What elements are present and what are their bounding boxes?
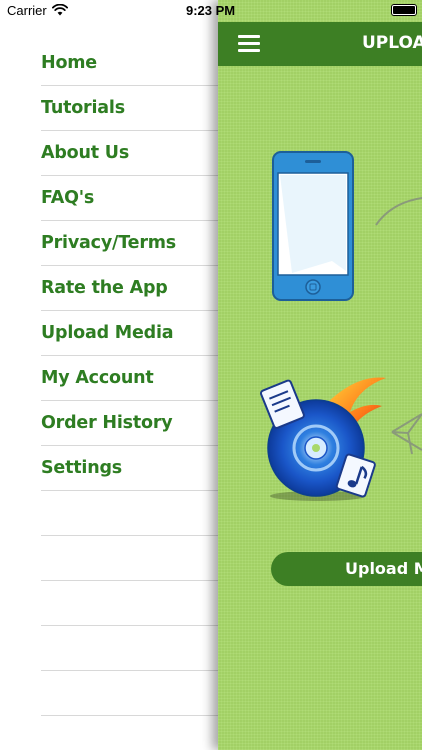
menu-item-label: About Us [41, 143, 130, 163]
menu-item-my-account[interactable]: My Account [41, 356, 218, 401]
menu-item-label: Home [41, 53, 97, 73]
side-menu: Home Tutorials About Us FAQ's Privacy/Te… [0, 0, 218, 750]
dashed-arc-icon [375, 197, 422, 226]
cd-music-icon [260, 377, 386, 501]
nav-title: UPLOA [362, 33, 422, 53]
menu-item-privacy-terms[interactable]: Privacy/Terms [41, 221, 218, 266]
menu-item-tutorials[interactable]: Tutorials [41, 86, 218, 131]
main-panel: UPLOA Upload M [218, 0, 422, 750]
menu-empty-row [41, 626, 218, 671]
menu-item-label: FAQ's [41, 188, 95, 208]
menu-item-home[interactable]: Home [41, 41, 218, 86]
menu-item-upload-media[interactable]: Upload Media [41, 311, 218, 356]
status-time: 9:23 PM [186, 3, 236, 18]
menu-item-label: Tutorials [41, 98, 125, 118]
menu-item-label: Rate the App [41, 278, 168, 298]
menu-item-label: Privacy/Terms [41, 233, 177, 253]
menu-item-order-history[interactable]: Order History [41, 401, 218, 446]
nav-bar: UPLOA [218, 22, 422, 66]
menu-item-about-us[interactable]: About Us [41, 131, 218, 176]
upload-media-button[interactable]: Upload M [271, 552, 422, 586]
menu-item-rate-app[interactable]: Rate the App [41, 266, 218, 311]
menu-empty-row [41, 536, 218, 581]
wifi-icon [52, 4, 68, 16]
menu-empty-row [41, 671, 218, 716]
menu-empty-row [41, 581, 218, 626]
menu-icon[interactable] [238, 35, 262, 53]
menu-item-label: Upload Media [41, 323, 174, 343]
menu-item-label: Settings [41, 458, 123, 478]
menu-item-label: Order History [41, 413, 173, 433]
menu-item-faqs[interactable]: FAQ's [41, 176, 218, 221]
paper-plane-icon [391, 413, 422, 455]
upload-button-label: Upload M [345, 559, 422, 578]
menu-item-label: My Account [41, 368, 154, 388]
status-bar: Carrier 9:23 PM [0, 0, 422, 22]
carrier-label: Carrier [7, 3, 47, 18]
battery-icon [391, 4, 417, 16]
menu-list: Home Tutorials About Us FAQ's Privacy/Te… [0, 41, 218, 716]
menu-item-settings[interactable]: Settings [41, 446, 218, 491]
menu-empty-row [41, 491, 218, 536]
phone-icon [272, 151, 354, 301]
